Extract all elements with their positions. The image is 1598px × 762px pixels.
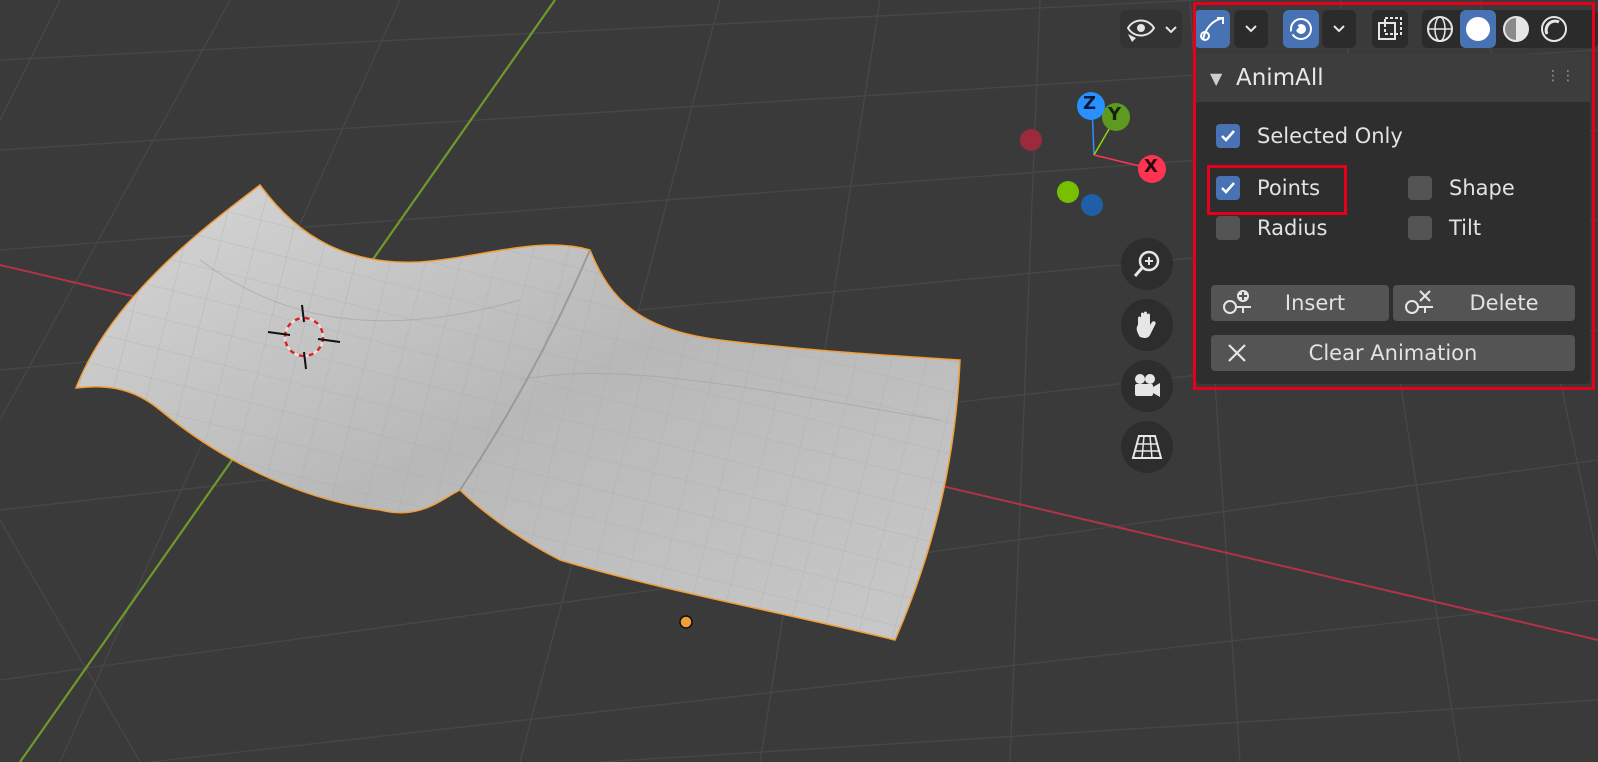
gizmo-x-label[interactable]: X [1144,156,1158,177]
delete-keyframe-button[interactable]: Delete [1393,285,1575,321]
pan-button[interactable] [1121,299,1173,351]
rendered-shading-button[interactable] [1536,10,1572,48]
selected-only-checkbox[interactable] [1216,124,1240,148]
selected-only-label: Selected Only [1257,124,1403,148]
eye-icon [1126,19,1156,42]
overlay-toggle-icon [1289,18,1312,40]
shape-label: Shape [1449,176,1515,200]
zoom-button[interactable] [1121,238,1173,290]
object-origin [679,615,693,629]
close-icon [1228,344,1246,362]
visibility-selector[interactable] [1120,10,1182,48]
overlay-dropdown[interactable] [1322,10,1356,48]
keyframe-insert-icon [1223,290,1251,314]
camera-view-button[interactable] [1121,360,1173,412]
points-checkbox-row[interactable]: Points [1216,176,1320,200]
gizmo-y-label[interactable]: Y [1108,104,1121,125]
chevron-down-icon [1245,25,1257,33]
checkmark-icon [1221,130,1235,142]
tilt-checkbox[interactable] [1408,216,1432,240]
material-shading-icon [1503,16,1529,42]
radius-label: Radius [1257,216,1328,240]
clear-animation-button[interactable]: Clear Animation [1211,335,1575,371]
tilt-checkbox-row[interactable]: Tilt [1408,216,1481,240]
grid-ortho-icon [1131,435,1163,459]
insert-label: Insert [1284,291,1346,315]
chevron-down-icon [1165,26,1177,34]
gizmo-z-label[interactable]: Z [1083,93,1096,114]
clear-animation-label: Clear Animation [1308,341,1478,365]
insert-keyframe-button[interactable]: Insert [1211,285,1389,321]
radius-checkbox[interactable] [1216,216,1240,240]
checkmark-icon [1221,182,1235,194]
gizmo-toggle-icon [1200,17,1224,41]
gizmo-toggle-button[interactable] [1194,10,1230,48]
shape-checkbox[interactable] [1408,176,1432,200]
material-shading-button[interactable] [1498,10,1534,48]
gizmo-dropdown[interactable] [1234,10,1268,48]
rendered-shading-icon [1541,16,1567,42]
drag-grip-icon[interactable]: ⋮⋮ [1546,68,1576,84]
collapse-arrow-icon[interactable]: ▼ [1210,69,1222,88]
panel-header[interactable]: ▼ AnimAll ⋮⋮ [1196,54,1590,102]
points-label: Points [1257,176,1321,200]
solid-shading-button[interactable] [1460,10,1496,48]
zoom-icon [1133,250,1160,277]
solid-shading-icon [1466,17,1490,41]
selected-only-checkbox-row[interactable]: Selected Only [1216,124,1403,148]
radius-checkbox-row[interactable]: Radius [1216,216,1327,240]
xray-toggle-button[interactable] [1372,10,1408,48]
panel-title: AnimAll [1236,65,1324,91]
overlay-toggle-button[interactable] [1283,10,1319,48]
points-checkbox[interactable] [1216,176,1240,200]
tilt-label: Tilt [1449,216,1482,240]
keyframe-delete-icon [1405,290,1433,314]
wireframe-shading-button[interactable] [1422,10,1458,48]
delete-label: Delete [1469,291,1539,315]
wireframe-shading-icon [1427,16,1453,42]
pan-hand-icon [1136,311,1156,338]
chevron-down-icon [1333,25,1345,33]
animall-panel: ▼ AnimAll ⋮⋮ Selected Only Points Shape … [1196,54,1590,384]
xray-icon [1378,17,1402,40]
shape-checkbox-row[interactable]: Shape [1408,176,1515,200]
ortho-toggle-button[interactable] [1121,421,1173,473]
camera-icon [1135,374,1160,397]
